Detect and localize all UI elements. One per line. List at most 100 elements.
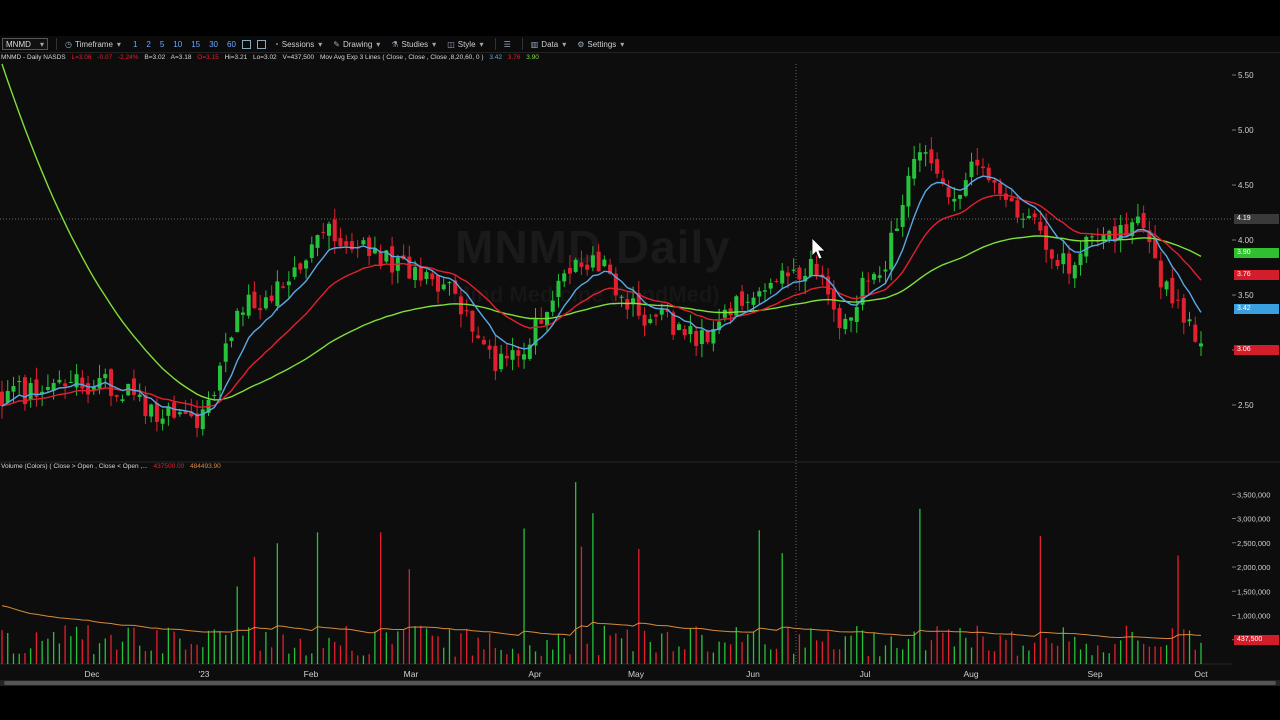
candle-body bbox=[619, 296, 624, 298]
candle-body bbox=[332, 219, 337, 242]
candle-body bbox=[877, 275, 882, 278]
x-tick-label: Jun bbox=[746, 669, 760, 679]
candle-body bbox=[309, 244, 314, 258]
candle-body bbox=[1055, 259, 1060, 267]
volume-tick-label: 3,000,000 bbox=[1237, 515, 1270, 524]
ma-mid-price-tag: 3.76 bbox=[1234, 270, 1279, 280]
candle-body bbox=[177, 412, 182, 415]
x-tick-label: '23 bbox=[198, 669, 209, 679]
candle-body bbox=[114, 395, 119, 397]
candle-body bbox=[1072, 265, 1077, 279]
candle-body bbox=[1061, 253, 1066, 265]
candle-body bbox=[780, 270, 785, 284]
candle-body bbox=[522, 354, 527, 360]
candle-body bbox=[57, 379, 62, 383]
x-tick-label: Mar bbox=[404, 669, 419, 679]
candle-body bbox=[17, 381, 22, 383]
candle-body bbox=[1067, 253, 1072, 274]
crosshair-price-tag: 4.19 bbox=[1234, 214, 1279, 224]
candle-body bbox=[470, 310, 475, 332]
candle-body bbox=[946, 187, 951, 198]
candle-body bbox=[1141, 212, 1146, 228]
candle-body bbox=[900, 204, 905, 227]
candle-body bbox=[1158, 260, 1163, 288]
volume-legend-average: 484493.90 bbox=[190, 463, 221, 470]
candle-body bbox=[275, 281, 280, 306]
scrollbar-thumb[interactable] bbox=[4, 681, 1276, 685]
candle-body bbox=[45, 387, 50, 390]
candle-body bbox=[441, 284, 446, 290]
candle-body bbox=[407, 256, 412, 279]
candle-body bbox=[223, 343, 228, 362]
candle-body bbox=[298, 263, 303, 270]
candle-body bbox=[1049, 249, 1054, 259]
candle-body bbox=[975, 159, 980, 166]
candle-body bbox=[338, 237, 343, 246]
x-tick-label: Jul bbox=[860, 669, 871, 679]
candle-body bbox=[292, 267, 297, 277]
candle-body bbox=[1181, 298, 1186, 323]
legend-volume: V=437,500 bbox=[282, 54, 315, 61]
candle-body bbox=[286, 281, 291, 286]
candle-body bbox=[252, 291, 257, 309]
candle-body bbox=[5, 391, 10, 403]
candle-body bbox=[625, 298, 630, 310]
volume-average-line bbox=[1, 605, 1202, 640]
candle-body bbox=[1135, 216, 1140, 224]
candle-body bbox=[952, 198, 957, 202]
candle-body bbox=[109, 369, 113, 396]
candle-body bbox=[837, 307, 842, 329]
candle-body bbox=[986, 167, 991, 181]
candle-body bbox=[1003, 193, 1008, 200]
candle-body bbox=[86, 383, 91, 395]
legend-title: MNMD - Daily NASDS bbox=[1, 54, 66, 61]
candle-body bbox=[785, 272, 790, 277]
candle-body bbox=[906, 175, 911, 207]
horizontal-scrollbar[interactable] bbox=[0, 680, 1280, 686]
volume-last-tag: 437,500 bbox=[1234, 635, 1279, 645]
legend-ma-fast: 3.42 bbox=[489, 54, 502, 61]
candle-body bbox=[1026, 215, 1031, 219]
candle-body bbox=[97, 377, 102, 389]
candle-body bbox=[556, 280, 561, 297]
candle-body bbox=[562, 273, 567, 282]
candle-body bbox=[1090, 236, 1094, 238]
volume-legend-value: 437500.00 bbox=[153, 463, 185, 470]
candle-body bbox=[596, 251, 601, 272]
candle-body bbox=[258, 308, 263, 311]
legend-pct: -2.24% bbox=[117, 54, 139, 61]
candle-body bbox=[304, 260, 309, 269]
candle-body bbox=[11, 386, 16, 392]
candle-body bbox=[1199, 343, 1203, 347]
candle-body bbox=[229, 337, 234, 342]
candle-body bbox=[367, 237, 372, 257]
candle-body bbox=[80, 377, 85, 389]
legend-ma-mid: 3.76 bbox=[507, 54, 521, 61]
x-tick-label: Oct bbox=[1194, 669, 1208, 679]
candle-body bbox=[854, 307, 859, 322]
candle-body bbox=[499, 353, 504, 370]
price-tick-label: 5.00 bbox=[1238, 126, 1254, 135]
ma-slow-price-tag: 3.90 bbox=[1234, 248, 1279, 258]
candle-body bbox=[774, 281, 779, 283]
candle-body bbox=[935, 159, 940, 174]
candle-body bbox=[883, 269, 888, 272]
chart-svg[interactable]: 5.505.004.504.003.503.002.503,500,0003,0… bbox=[0, 0, 1280, 680]
candle-body bbox=[430, 273, 435, 280]
volume-tick-label: 3,500,000 bbox=[1237, 490, 1270, 499]
candle-body bbox=[981, 166, 985, 169]
candle-body bbox=[413, 267, 418, 280]
candle-body bbox=[74, 374, 79, 388]
volume-legend: Volume (Colors) ( Close > Open , Close <… bbox=[1, 463, 225, 470]
candle-body bbox=[797, 267, 802, 280]
legend-last: L=3.06 bbox=[71, 54, 92, 61]
candle-body bbox=[1176, 299, 1181, 301]
candle-body bbox=[590, 255, 595, 268]
candle-body bbox=[1009, 197, 1014, 202]
candle-body bbox=[1193, 324, 1198, 342]
candle-body bbox=[160, 418, 165, 424]
candle-body bbox=[436, 274, 440, 292]
candle-body bbox=[378, 251, 383, 267]
candle-body bbox=[751, 297, 756, 305]
ma-slow-line bbox=[1, 63, 1202, 401]
